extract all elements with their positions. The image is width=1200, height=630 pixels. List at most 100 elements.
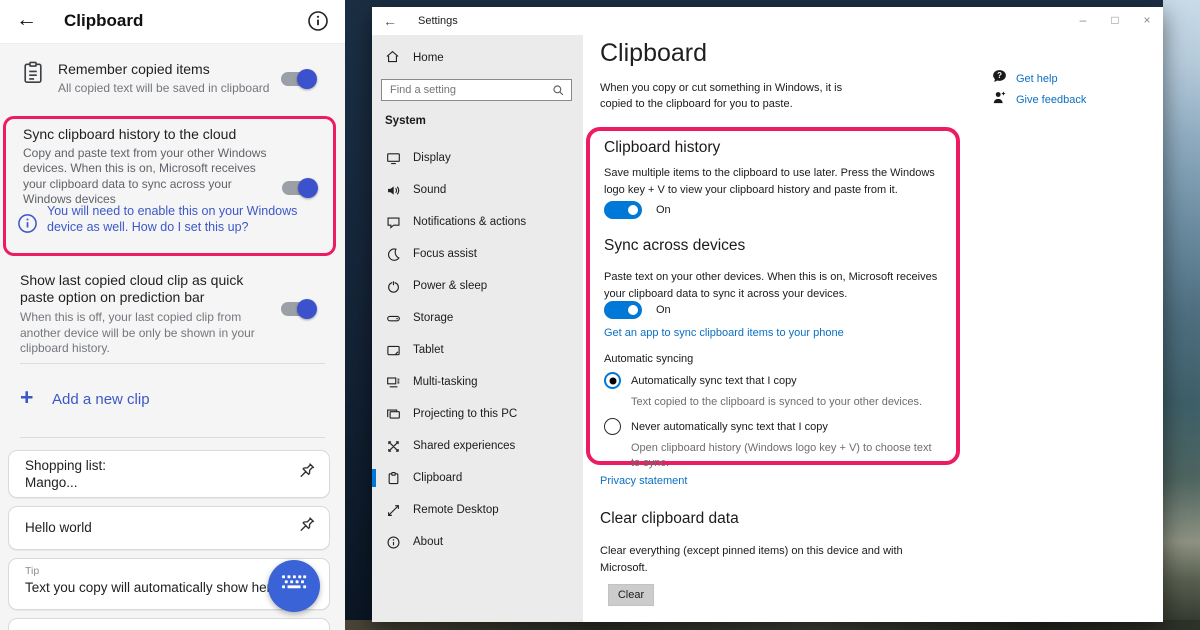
remember-toggle[interactable] <box>281 72 315 86</box>
remember-subtitle: All copied text will be saved in clipboa… <box>58 81 269 95</box>
pin-icon[interactable] <box>295 461 317 488</box>
phone-clipboard-panel: ← Clipboard Remember copied items All co… <box>0 0 345 630</box>
get-help-link[interactable]: ? Get help <box>992 69 1086 89</box>
sidebar-item-tablet[interactable]: Tablet <box>372 334 583 366</box>
phone-header: ← Clipboard <box>0 0 345 44</box>
sync-cloud-note-link[interactable]: You will need to enable this on your Win… <box>47 203 311 236</box>
sidebar-item-label: Multi-tasking <box>413 376 478 388</box>
get-app-link[interactable]: Get an app to sync clipboard items to yo… <box>604 327 844 339</box>
keyboard-fab-button[interactable] <box>268 560 320 612</box>
give-feedback-label: Give feedback <box>1016 94 1086 106</box>
quick-paste-body: When this is off, your last copied clip … <box>20 310 268 357</box>
privacy-statement-link[interactable]: Privacy statement <box>600 475 687 487</box>
sidebar-item-label: Storage <box>413 312 453 324</box>
back-arrow-icon[interactable]: ← <box>383 13 397 29</box>
search-icon[interactable] <box>552 84 565 97</box>
sync-across-toggle-row: On <box>604 301 671 319</box>
sidebar-item-label: About <box>413 536 443 548</box>
add-new-clip-label: Add a new clip <box>52 391 150 408</box>
get-help-icon: ? <box>992 69 1007 89</box>
sidebar-item-sound[interactable]: Sound <box>372 174 583 206</box>
plus-icon: + <box>20 384 33 411</box>
pin-icon[interactable] <box>295 515 317 542</box>
automatic-syncing-label: Automatic syncing <box>604 353 693 365</box>
sidebar-item-label: Remote Desktop <box>413 504 499 516</box>
radio-never-sync[interactable]: Never automatically sync text that I cop… <box>604 418 828 435</box>
radio-auto-sync[interactable]: Automatically sync text that I copy <box>604 372 797 389</box>
clear-clipboard-body: Clear everything (except pinned items) o… <box>600 543 904 576</box>
sidebar-item-power-sleep[interactable]: Power & sleep <box>372 270 583 302</box>
sidebar-item-shared-experiences[interactable]: Shared experiences <box>372 430 583 462</box>
search-box <box>381 79 572 101</box>
sidebar-item-label: Clipboard <box>413 472 462 484</box>
sidebar-item-remote-desktop[interactable]: Remote Desktop <box>372 494 583 526</box>
minimize-button[interactable]: – <box>1067 7 1099 33</box>
sidebar-item-label: Notifications & actions <box>413 216 526 228</box>
display-icon <box>385 151 401 166</box>
sidebar-item-label: Projecting to this PC <box>413 408 517 420</box>
give-feedback-icon <box>992 90 1007 110</box>
focus-assist-icon <box>385 247 401 262</box>
sidebar-item-label: Power & sleep <box>413 280 487 292</box>
shared-experiences-icon <box>385 439 401 454</box>
clip-text-line1: Shopping list: <box>25 458 106 473</box>
maximize-button[interactable]: □ <box>1099 7 1131 33</box>
back-arrow-icon[interactable]: ← <box>16 8 37 32</box>
search-input[interactable] <box>382 84 552 96</box>
page-title: Clipboard <box>600 39 707 68</box>
remote-desktop-icon <box>385 503 401 518</box>
clipboard-history-toggle[interactable] <box>604 201 642 219</box>
windows-settings-window: ← Settings – □ × Home System DisplaySoun… <box>372 7 1163 622</box>
info-icon[interactable] <box>307 10 329 32</box>
clipboard-history-heading: Clipboard history <box>604 139 720 157</box>
quick-paste-toggle[interactable] <box>281 302 315 316</box>
clipboard-icon <box>20 60 46 91</box>
clip-card-shopping-list[interactable]: Shopping list: Mango... <box>8 450 330 498</box>
clip-text-line2: Mango... <box>25 475 78 490</box>
sync-cloud-toggle[interactable] <box>282 181 316 195</box>
home-icon <box>385 49 400 67</box>
sync-across-toggle[interactable] <box>604 301 642 319</box>
sidebar-item-label: Display <box>413 152 451 164</box>
remember-copied-items-row: Remember copied items All copied text wi… <box>0 54 345 110</box>
radio-selected-icon[interactable] <box>604 372 621 389</box>
radio-never-sync-label: Never automatically sync text that I cop… <box>631 421 828 433</box>
clip-card-hello-world[interactable]: Hello world <box>8 506 330 550</box>
projecting-icon <box>385 407 401 422</box>
give-feedback-link[interactable]: Give feedback <box>992 90 1086 110</box>
sidebar-item-about[interactable]: About <box>372 526 583 558</box>
radio-auto-sync-label: Automatically sync text that I copy <box>631 375 797 387</box>
radio-unselected-icon[interactable] <box>604 418 621 435</box>
divider <box>20 437 325 438</box>
page-intro: When you copy or cut something in Window… <box>600 81 876 113</box>
multitasking-icon <box>385 375 401 390</box>
sidebar-item-notifications-actions[interactable]: Notifications & actions <box>372 206 583 238</box>
clipboard-history-toggle-row: On <box>604 201 671 219</box>
sync-cloud-highlight-box: Sync clipboard history to the cloud Copy… <box>3 116 336 256</box>
clip-card-partial <box>8 618 330 630</box>
sidebar-item-multi-tasking[interactable]: Multi-tasking <box>372 366 583 398</box>
tip-text: Text you copy will automatically show he… <box>25 580 279 595</box>
sound-icon <box>385 183 401 198</box>
window-title: Settings <box>418 15 458 27</box>
notifications-icon <box>385 215 401 230</box>
sidebar-item-label: Tablet <box>413 344 444 356</box>
tip-label: Tip <box>25 565 39 577</box>
radio-never-sync-desc: Open clipboard history (Windows logo key… <box>631 441 933 472</box>
sidebar-item-clipboard[interactable]: Clipboard <box>372 462 583 494</box>
sidebar-home-label: Home <box>413 52 444 64</box>
about-icon <box>385 535 401 550</box>
sidebar-item-focus-assist[interactable]: Focus assist <box>372 238 583 270</box>
sidebar-item-projecting-to-this-pc[interactable]: Projecting to this PC <box>372 398 583 430</box>
sidebar-item-home[interactable]: Home <box>385 49 444 67</box>
sidebar-item-label: Focus assist <box>413 248 477 260</box>
close-button[interactable]: × <box>1131 7 1163 33</box>
clear-button[interactable]: Clear <box>608 584 654 606</box>
settings-sidebar: Home System DisplaySoundNotifications & … <box>372 35 583 622</box>
sidebar-item-display[interactable]: Display <box>372 142 583 174</box>
power-sleep-icon <box>385 279 401 294</box>
sync-across-heading: Sync across devices <box>604 237 745 255</box>
add-new-clip-button[interactable]: + Add a new clip <box>0 384 345 418</box>
tablet-icon <box>385 343 401 358</box>
sidebar-item-storage[interactable]: Storage <box>372 302 583 334</box>
